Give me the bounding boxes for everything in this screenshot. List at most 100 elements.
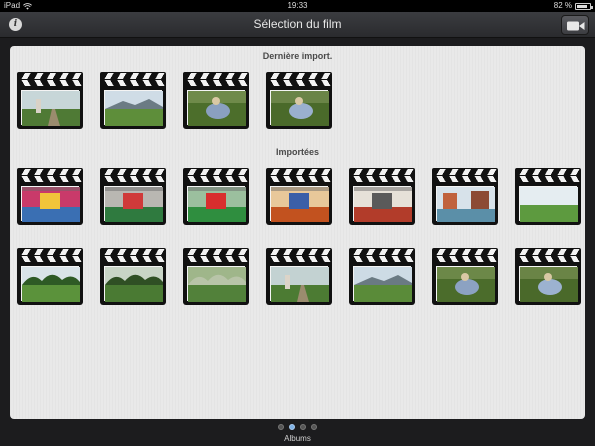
clip-frame xyxy=(183,263,249,305)
clapperboard-band xyxy=(432,256,498,263)
clip-frame xyxy=(183,87,249,129)
clip-preview-image xyxy=(436,266,495,302)
clip-frame xyxy=(515,263,581,305)
clip-preview-image xyxy=(21,186,80,222)
clapperboard-icon xyxy=(349,168,415,176)
clip-preview-image xyxy=(104,186,163,222)
clapperboard-band xyxy=(100,256,166,263)
clip-frame xyxy=(17,263,83,305)
clapperboard-icon xyxy=(266,168,332,176)
clapperboard-band xyxy=(515,256,581,263)
clip-thumbnail[interactable] xyxy=(432,168,498,226)
clip-frame xyxy=(349,183,415,225)
albums-label: Albums xyxy=(284,434,311,443)
navigation-bar: i Sélection du film xyxy=(0,12,595,38)
clip-thumbnail[interactable] xyxy=(183,168,249,226)
clip-preview-image xyxy=(270,266,329,302)
clip-thumbnail[interactable] xyxy=(17,72,83,130)
section-title: Dernière import. xyxy=(262,51,333,61)
clip-frame xyxy=(432,263,498,305)
clapperboard-icon xyxy=(349,248,415,256)
clapperboard-band xyxy=(183,256,249,263)
clip-frame xyxy=(17,183,83,225)
clip-thumbnail[interactable] xyxy=(266,168,332,226)
clip-frame xyxy=(183,183,249,225)
battery-icon xyxy=(575,2,593,10)
clip-frame xyxy=(100,87,166,129)
clip-frame xyxy=(100,263,166,305)
clip-thumbnail[interactable] xyxy=(17,168,83,226)
clip-thumbnail[interactable] xyxy=(349,168,415,226)
clapperboard-band xyxy=(432,176,498,183)
clip-thumbnail[interactable] xyxy=(266,248,332,306)
clapperboard-icon xyxy=(17,168,83,176)
page-dot[interactable] xyxy=(289,424,295,430)
clapperboard-icon xyxy=(515,248,581,256)
clip-thumbnail[interactable] xyxy=(100,248,166,306)
clip-preview-image xyxy=(353,266,412,302)
clapperboard-band xyxy=(266,176,332,183)
clapperboard-icon xyxy=(266,248,332,256)
clapperboard-icon xyxy=(266,72,332,80)
clip-preview-image xyxy=(519,186,578,222)
clip-frame xyxy=(515,183,581,225)
clapperboard-band xyxy=(100,176,166,183)
clip-preview-image xyxy=(187,90,246,126)
clapperboard-band xyxy=(17,256,83,263)
bottom-bar: Albums xyxy=(0,419,595,446)
clip-thumbnail[interactable] xyxy=(515,248,581,306)
status-bar: iPad 19:33 82 % xyxy=(0,0,595,12)
clapperboard-icon xyxy=(183,168,249,176)
clip-preview-image xyxy=(187,186,246,222)
page-title: Sélection du film xyxy=(253,17,342,31)
video-camera-icon xyxy=(567,21,585,31)
clip-preview-image xyxy=(187,266,246,302)
page-dot[interactable] xyxy=(300,424,306,430)
clip-thumbnail[interactable] xyxy=(515,168,581,226)
section-title: Importées xyxy=(275,147,319,157)
clip-thumbnail[interactable] xyxy=(17,248,83,306)
clapperboard-band xyxy=(183,176,249,183)
clip-thumbnail[interactable] xyxy=(183,248,249,306)
clip-thumbnail[interactable] xyxy=(432,248,498,306)
clip-preview-image xyxy=(270,90,329,126)
clip-thumbnail[interactable] xyxy=(266,72,332,130)
clip-frame xyxy=(266,87,332,129)
clip-thumbnail[interactable] xyxy=(100,168,166,226)
page-indicator[interactable] xyxy=(0,424,595,430)
clapperboard-icon xyxy=(17,72,83,80)
battery-percent: 82 % xyxy=(553,1,572,10)
clapperboard-band xyxy=(349,256,415,263)
clip-frame xyxy=(17,87,83,129)
clip-frame xyxy=(266,263,332,305)
clip-frame xyxy=(349,263,415,305)
clapperboard-band xyxy=(17,176,83,183)
clip-preview-image xyxy=(519,266,578,302)
clapperboard-band xyxy=(266,80,332,87)
clip-preview-image xyxy=(270,186,329,222)
clip-thumbnail[interactable] xyxy=(100,72,166,130)
clapperboard-icon xyxy=(17,248,83,256)
clapperboard-icon xyxy=(100,168,166,176)
clip-preview-image xyxy=(104,266,163,302)
clip-preview-image xyxy=(353,186,412,222)
clapperboard-icon xyxy=(183,248,249,256)
clapperboard-band xyxy=(266,256,332,263)
page-dot[interactable] xyxy=(311,424,317,430)
clapperboard-band xyxy=(349,176,415,183)
clapperboard-band xyxy=(100,80,166,87)
clapperboard-icon xyxy=(183,72,249,80)
film-selection-panel: Dernière import. Importées xyxy=(10,46,585,419)
clip-frame xyxy=(100,183,166,225)
clock: 19:33 xyxy=(287,1,308,10)
clip-preview-image xyxy=(21,266,80,302)
clapperboard-icon xyxy=(515,168,581,176)
page-dot[interactable] xyxy=(278,424,284,430)
clip-thumbnail[interactable] xyxy=(183,72,249,130)
clip-thumbnail[interactable] xyxy=(349,248,415,306)
clapperboard-icon xyxy=(100,72,166,80)
clapperboard-band xyxy=(183,80,249,87)
clapperboard-icon xyxy=(100,248,166,256)
camera-button[interactable] xyxy=(561,15,589,35)
clip-frame xyxy=(432,183,498,225)
